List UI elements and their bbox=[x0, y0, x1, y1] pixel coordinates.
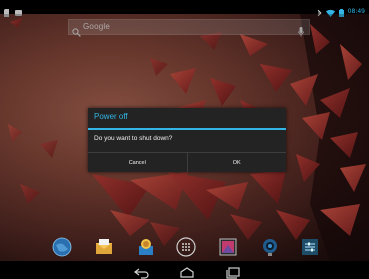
cancel-button[interactable]: Cancel bbox=[88, 153, 187, 172]
all-apps-icon[interactable] bbox=[176, 237, 196, 257]
navigation-bar bbox=[0, 262, 369, 279]
browser-icon[interactable] bbox=[52, 237, 72, 257]
android-screen: 08:49 Google Power off Do you want to sh… bbox=[0, 0, 369, 279]
settings-icon[interactable] bbox=[300, 237, 320, 257]
dialog-title: Power off bbox=[94, 112, 128, 121]
camera-icon[interactable] bbox=[260, 237, 280, 257]
gallery-icon[interactable] bbox=[218, 237, 238, 257]
recent-apps-icon[interactable] bbox=[224, 264, 242, 279]
email-icon[interactable] bbox=[94, 237, 114, 257]
power-off-dialog: Power off Do you want to shut down? Canc… bbox=[88, 108, 286, 172]
dialog-button-bar: Cancel OK bbox=[88, 153, 286, 172]
file-manager-icon[interactable] bbox=[136, 237, 156, 257]
ok-button[interactable]: OK bbox=[188, 153, 287, 172]
back-icon[interactable] bbox=[133, 264, 151, 279]
home-icon[interactable] bbox=[178, 264, 196, 278]
dialog-message: Do you want to shut down? bbox=[94, 135, 173, 142]
status-bar: 08:49 bbox=[0, 0, 369, 17]
app-dock bbox=[0, 234, 369, 262]
dialog-title-divider bbox=[88, 128, 286, 130]
